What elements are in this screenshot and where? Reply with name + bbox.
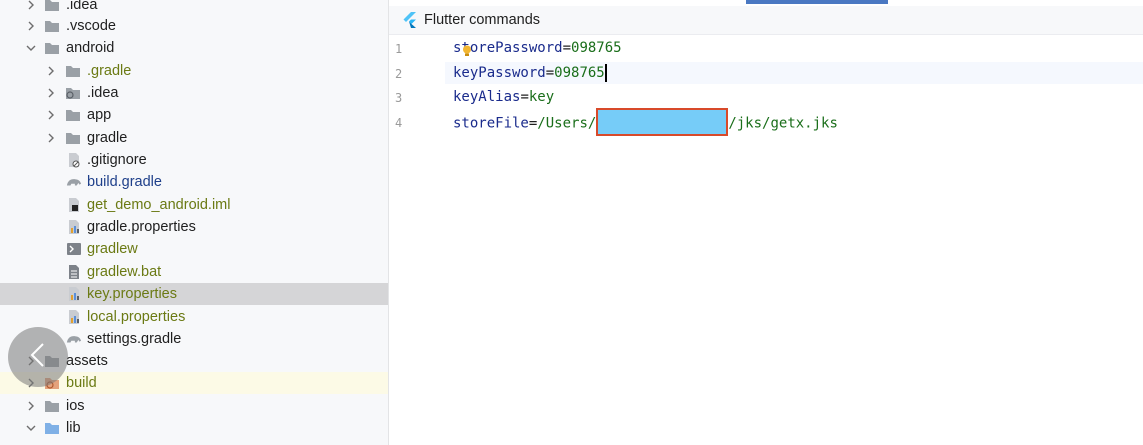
tree-item-label: .gitignore (87, 152, 147, 168)
folder-icon (44, 398, 60, 414)
tree-item-label: local.properties (87, 309, 186, 325)
tree-item-label: android (66, 40, 115, 56)
tree-item-label: .vscode (66, 18, 116, 34)
shell-script-icon (66, 241, 82, 257)
tree-item-label: build (66, 375, 97, 391)
project-tree-panel: .idea .vscode android .gradle .idea app … (0, 0, 389, 445)
chevron-down-icon[interactable] (24, 41, 38, 55)
folder-gear-icon (44, 0, 60, 13)
properties-file-icon (66, 219, 82, 235)
folder-blue-icon (44, 420, 60, 436)
tree-item-app[interactable]: app (0, 104, 388, 126)
code-editor[interactable]: Flutter commands 1 2 3 4 storePassword=0… (389, 0, 1143, 445)
chevron-right-icon[interactable] (44, 86, 58, 100)
tree-item-label: .gradle (87, 63, 132, 79)
tree-item-gradle-dir[interactable]: .gradle (0, 60, 388, 82)
text-file-icon (66, 264, 82, 280)
tree-item-label: get_demo_android.iml (87, 197, 231, 213)
flutter-commands-label[interactable]: Flutter commands (424, 12, 540, 28)
active-tab-indicator (746, 0, 888, 4)
property-value: 098765 (571, 40, 622, 56)
chevron-right-icon[interactable] (24, 0, 38, 12)
line-number: 4 (395, 116, 403, 130)
chevron-down-icon[interactable] (24, 421, 38, 435)
tree-item-gradlew[interactable]: gradlew (0, 238, 388, 260)
redacted-path-box (596, 108, 729, 136)
tree-item-label: .idea (66, 0, 98, 13)
tree-item-build-gradle[interactable]: build.gradle (0, 171, 388, 193)
line-number: 2 (395, 67, 403, 81)
tree-item-iml[interactable]: get_demo_android.iml (0, 194, 388, 216)
properties-file-icon (66, 286, 82, 302)
code-line-4[interactable]: storeFile=/Users//jks/getx.jks (453, 108, 838, 136)
gitignore-file-icon (66, 152, 82, 168)
property-key: keyAlias (453, 89, 521, 105)
code-line-1[interactable]: storePassword=098765 (453, 37, 622, 59)
tree-item-gradlew-bat[interactable]: gradlew.bat (0, 261, 388, 283)
tree-item-idea[interactable]: .idea (0, 82, 388, 104)
tree-item-label: gradlew.bat (87, 264, 162, 280)
gradle-elephant-icon (66, 174, 82, 190)
lightbulb-icon[interactable] (462, 44, 472, 56)
folder-icon (65, 130, 81, 146)
line-number-gutter: 1 2 3 4 (389, 36, 445, 445)
folder-gear-icon (65, 85, 81, 101)
flutter-commands-bar[interactable]: Flutter commands (389, 6, 1143, 35)
tree-item-label: build.gradle (87, 174, 162, 190)
flutter-logo-icon (403, 12, 417, 33)
property-value: 098765 (554, 65, 605, 81)
back-button[interactable] (8, 327, 68, 387)
property-key: keyPassword (453, 65, 546, 81)
tree-item-key-properties[interactable]: key.properties (0, 283, 388, 305)
line-number: 3 (395, 91, 403, 105)
chevron-right-icon[interactable] (24, 399, 38, 413)
chevron-right-icon[interactable] (44, 64, 58, 78)
tree-item-label: gradlew (87, 241, 138, 257)
tree-item-label: app (87, 107, 112, 123)
property-key: storeFile (453, 115, 529, 132)
tree-item-label: assets (66, 353, 108, 369)
tree-item-lib[interactable]: lib (0, 417, 388, 439)
tree-item-label: key.properties (87, 286, 177, 302)
iml-file-icon (66, 197, 82, 213)
tree-item-gitignore[interactable]: .gitignore (0, 149, 388, 171)
line-number: 1 (395, 42, 403, 56)
tree-item-label: gradle.properties (87, 219, 196, 235)
property-value: key (528, 89, 555, 105)
tree-item-label: lib (66, 420, 81, 436)
folder-icon (65, 107, 81, 123)
tree-item-label: ios (66, 398, 85, 414)
property-value-suffix: /jks/getx.jks (728, 115, 838, 132)
tree-item-gradle-properties[interactable]: gradle.properties (0, 216, 388, 238)
folder-icon (65, 63, 81, 79)
chevron-right-icon[interactable] (44, 108, 58, 122)
properties-file-icon (66, 309, 82, 325)
tree-item-label: settings.gradle (87, 331, 182, 347)
gradle-elephant-icon (66, 331, 82, 347)
property-value-prefix: /Users/ (537, 115, 597, 132)
chevron-right-icon[interactable] (44, 131, 58, 145)
tree-item-label: gradle (87, 130, 128, 146)
text-caret (604, 64, 607, 82)
tree-item-gradle[interactable]: gradle (0, 127, 388, 149)
tree-item-android[interactable]: android (0, 37, 388, 59)
tree-item-idea-root[interactable]: .idea (0, 0, 388, 16)
folder-icon (44, 18, 60, 34)
code-line-3[interactable]: keyAlias=key (453, 86, 554, 108)
chevron-left-icon (27, 342, 49, 373)
tree-item-vscode[interactable]: .vscode (0, 15, 388, 37)
chevron-right-icon[interactable] (24, 19, 38, 33)
tree-item-local-properties[interactable]: local.properties (0, 306, 388, 328)
tree-item-ios[interactable]: ios (0, 395, 388, 417)
folder-icon (44, 40, 60, 56)
tree-item-label: .idea (87, 85, 119, 101)
code-line-2[interactable]: keyPassword=098765 (445, 62, 1143, 84)
